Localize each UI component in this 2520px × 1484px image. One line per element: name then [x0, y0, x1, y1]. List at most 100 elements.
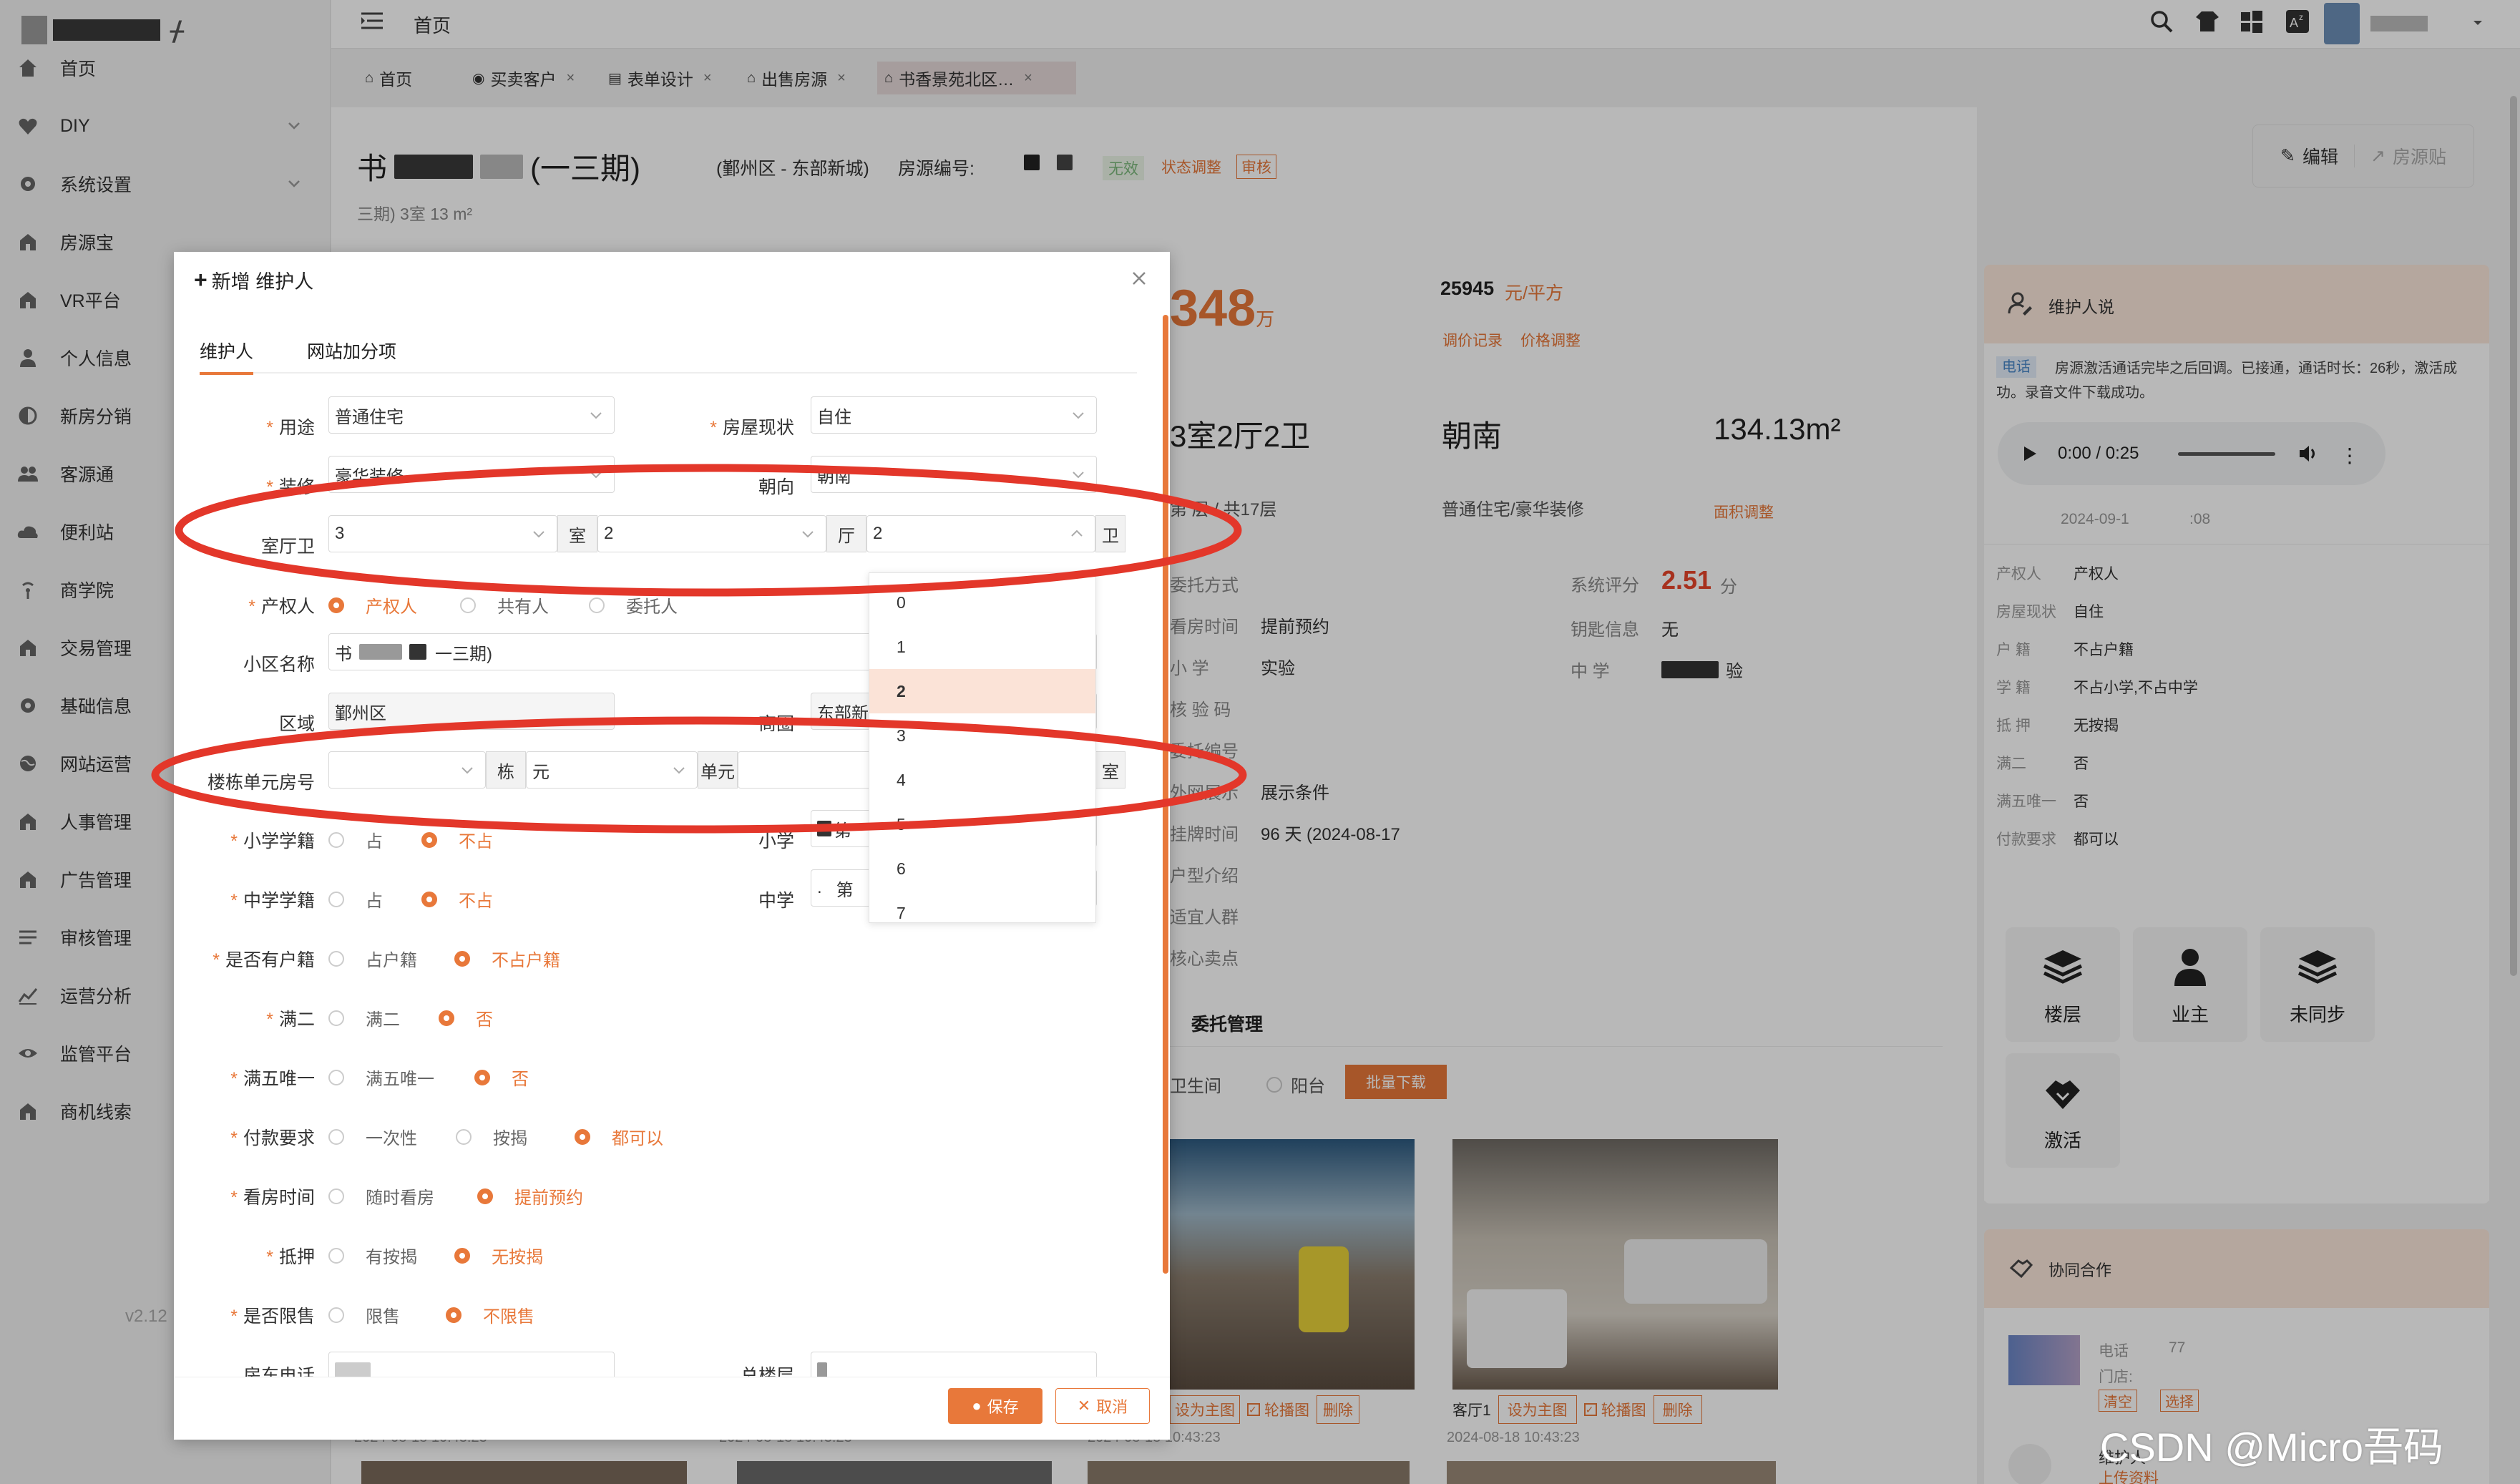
radio-option[interactable]: 满二 [328, 1005, 400, 1030]
clear-button[interactable]: 清空 [2099, 1390, 2137, 1412]
quick-action-2[interactable]: 未同步 [2260, 927, 2375, 1042]
quick-action-3[interactable]: 激活 [2006, 1053, 2120, 1168]
radio-option[interactable]: 提前预约 [477, 1183, 583, 1209]
poster-button[interactable]: 房源贴 [2393, 143, 2446, 169]
volume-icon[interactable] [2298, 444, 2320, 464]
radio-option[interactable]: 共有人 [460, 592, 549, 617]
tab-3[interactable]: ⌂ 出售房源 × [740, 62, 863, 94]
room-select[interactable]: 3 [328, 515, 557, 552]
choose-button[interactable]: 选择 [2160, 1390, 2199, 1412]
owner-phone-input[interactable] [328, 1352, 615, 1377]
menu-toggle-icon[interactable] [360, 10, 384, 31]
photo-thumb[interactable] [1088, 1461, 1410, 1484]
radio-option[interactable]: 一次性 [328, 1124, 417, 1149]
bath-select[interactable]: 2 [866, 515, 1095, 552]
close-icon[interactable]: × [566, 70, 575, 87]
delete-button[interactable]: 删除 [1317, 1395, 1359, 1424]
font-size-icon[interactable]: Az [2285, 9, 2310, 34]
radio-option[interactable]: 满五唯一 [328, 1065, 434, 1090]
radio-option[interactable]: 占 [328, 827, 383, 852]
photo-thumb[interactable] [361, 1461, 687, 1484]
radio-option[interactable]: 都可以 [575, 1124, 663, 1149]
radio-option[interactable]: 不占 [421, 827, 493, 852]
tab-4[interactable]: ⌂ 书香景苑北区… × [877, 62, 1076, 94]
dialog-scrollbar[interactable] [1163, 315, 1168, 1274]
radio-option[interactable]: 不占户籍 [454, 946, 560, 971]
shirt-icon[interactable] [2194, 9, 2220, 34]
tab-1[interactable]: ◉ 买卖客户 × [465, 62, 587, 94]
quick-action-0[interactable]: 楼层 [2006, 927, 2120, 1042]
avatar[interactable] [2324, 3, 2360, 44]
orientation-select[interactable]: 朝南 [811, 456, 1097, 493]
dropdown-option[interactable]: 1 [869, 625, 1095, 669]
area-adjust-link[interactable]: 面积调整 [1714, 501, 1774, 522]
page-scrollbar[interactable] [2510, 96, 2517, 976]
price-log-link[interactable]: 调价记录 [1442, 329, 1503, 351]
status-select[interactable]: 自住 [811, 396, 1097, 434]
more-options-icon[interactable]: ⋮ [2340, 444, 2360, 467]
radio-option[interactable]: 不限售 [446, 1302, 534, 1327]
radio-option[interactable]: 有按揭 [328, 1243, 417, 1268]
filter-balcony[interactable]: 阳台 [1266, 1072, 1325, 1097]
sidebar-item[interactable]: 系统设置 [0, 162, 331, 205]
close-icon[interactable]: × [703, 70, 712, 87]
filter-bathroom[interactable]: 卫生间 [1170, 1072, 1221, 1097]
dropdown-option[interactable]: 4 [869, 758, 1095, 802]
audio-progress[interactable] [2178, 452, 2275, 456]
search-icon[interactable] [2149, 9, 2174, 34]
radio-option[interactable]: 占 [328, 887, 383, 912]
delete-button[interactable]: 删除 [1653, 1395, 1702, 1424]
tab-2[interactable]: ▤ 表单设计 × [601, 62, 726, 94]
building-select[interactable] [328, 751, 486, 789]
audit-button[interactable]: 审核 [1236, 155, 1276, 179]
app-logo[interactable]: ᚋ [21, 9, 184, 52]
unit-select[interactable]: 元 [526, 751, 698, 789]
windows-icon[interactable] [2239, 9, 2265, 34]
breadcrumb[interactable]: 首页 [414, 11, 451, 38]
dropdown-option[interactable]: 5 [869, 802, 1095, 846]
photo-thumb[interactable] [1447, 1461, 1776, 1484]
username-blurred[interactable] [2370, 16, 2428, 31]
edit-button[interactable]: 编辑 [2302, 143, 2338, 169]
close-icon[interactable]: × [837, 70, 846, 87]
radio-option[interactable]: 否 [474, 1065, 529, 1090]
carousel-checkbox[interactable]: ✓ 轮播图 [1583, 1399, 1646, 1420]
radio-option[interactable]: 委托人 [589, 592, 678, 617]
district-input[interactable]: 鄞州区 [328, 693, 615, 730]
photo-thumb[interactable] [737, 1461, 1052, 1484]
hall-select[interactable]: 2 [597, 515, 826, 552]
radio-option[interactable]: 无按揭 [454, 1243, 543, 1268]
set-main-button[interactable]: 设为主图 [1498, 1395, 1577, 1424]
carousel-checkbox[interactable]: ✓ 轮播图 [1247, 1399, 1309, 1420]
decoration-select[interactable]: 豪华装修 [328, 456, 615, 493]
set-main-button[interactable]: 设为主图 [1170, 1395, 1240, 1424]
tab-0[interactable]: ⌂ 首页 [358, 62, 451, 94]
upload-icon[interactable] [2008, 1444, 2051, 1484]
radio-option[interactable]: 不占 [421, 887, 493, 912]
photo-bedroom[interactable] [1170, 1139, 1415, 1390]
sidebar-item[interactable]: DIY [0, 104, 331, 147]
status-adjust-link[interactable]: 状态调整 [1161, 156, 1221, 177]
sidebar-item[interactable]: 首页 [0, 47, 331, 89]
dropdown-option[interactable]: 6 [869, 846, 1095, 891]
usage-select[interactable]: 普通住宅 [328, 396, 615, 434]
dropdown-option[interactable]: 3 [869, 713, 1095, 758]
radio-option[interactable]: 产权人 [328, 592, 417, 617]
price-adjust-link[interactable]: 价格调整 [1520, 329, 1581, 351]
photo-living-room[interactable] [1452, 1139, 1778, 1390]
dropdown-option[interactable]: 0 [869, 580, 1095, 625]
audio-player[interactable]: 0:00 / 0:25 ⋮ [1998, 422, 2385, 485]
close-icon[interactable]: × [1024, 70, 1032, 87]
radio-option[interactable]: 占户籍 [328, 946, 417, 971]
dropdown-option[interactable]: 2 [869, 669, 1095, 713]
save-button[interactable]: ● 保存 [948, 1388, 1042, 1424]
edit-icon[interactable]: ✎ [2280, 145, 2295, 167]
batch-download-button[interactable]: 批量下载 [1345, 1065, 1447, 1099]
radio-option[interactable]: 按揭 [456, 1124, 527, 1149]
radio-option[interactable]: 随时看房 [328, 1183, 434, 1209]
radio-option[interactable]: 限售 [328, 1302, 400, 1327]
chevron-down-icon[interactable] [2471, 16, 2485, 30]
total-floors-input[interactable] [811, 1352, 1097, 1377]
quick-action-1[interactable]: 业主 [2133, 927, 2247, 1042]
cancel-button[interactable]: ✕ 取消 [1055, 1388, 1150, 1424]
